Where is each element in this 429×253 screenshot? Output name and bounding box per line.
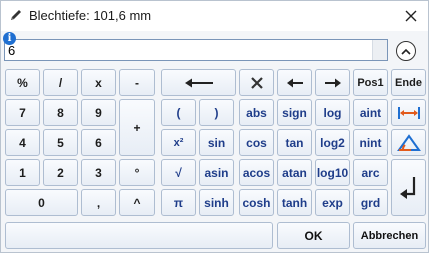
cosh-key[interactable]: cosh — [239, 189, 274, 216]
asin-key[interactable]: asin — [199, 159, 234, 186]
sign-key[interactable]: sign — [277, 99, 312, 126]
percent-key[interactable]: % — [5, 69, 40, 96]
comma-key[interactable]: , — [81, 189, 116, 216]
arrow-left-icon — [286, 77, 304, 89]
info-icon[interactable]: i — [3, 32, 16, 45]
blank-bar — [5, 222, 273, 249]
nine-key[interactable]: 9 — [81, 99, 116, 126]
input-scrollbar[interactable] — [372, 40, 387, 60]
arrow-left-long-icon — [184, 77, 214, 89]
measure-distance-icon — [397, 106, 421, 120]
enter-key[interactable] — [391, 159, 426, 216]
enter-return-icon — [399, 175, 419, 201]
five-key[interactable]: 5 — [43, 129, 78, 156]
title-bar: Blechtiefe: 101,6 mm — [1, 1, 428, 31]
sin-key[interactable]: sin — [199, 129, 234, 156]
two-key[interactable]: 2 — [43, 159, 78, 186]
pi-key[interactable]: π — [161, 189, 196, 216]
degree-key[interactable]: ° — [119, 159, 155, 186]
log2-key[interactable]: log2 — [315, 129, 350, 156]
atan-key[interactable]: atan — [277, 159, 312, 186]
square-key[interactable]: x² — [161, 129, 196, 156]
aint-key[interactable]: aint — [353, 99, 388, 126]
arrow-right-icon — [324, 77, 342, 89]
four-key[interactable]: 4 — [5, 129, 40, 156]
measure-angle-icon — [396, 133, 421, 152]
ende-key[interactable]: Ende — [391, 69, 426, 96]
sqrt-key[interactable]: √ — [161, 159, 196, 186]
sinh-key[interactable]: sinh — [199, 189, 234, 216]
paren-close-key[interactable]: ) — [199, 99, 234, 126]
multiply-key[interactable]: x — [81, 69, 116, 96]
log-key[interactable]: log — [315, 99, 350, 126]
cursor-left-key[interactable] — [277, 69, 312, 96]
arc-key[interactable]: arc — [353, 159, 388, 186]
chevron-up-icon — [401, 42, 411, 60]
expression-input[interactable] — [8, 41, 368, 59]
abs-key[interactable]: abs — [239, 99, 274, 126]
minus-key[interactable]: - — [119, 69, 155, 96]
tanh-key[interactable]: tanh — [277, 189, 312, 216]
pencil-icon — [9, 8, 23, 22]
tan-key[interactable]: tan — [277, 129, 312, 156]
power-key[interactable]: ^ — [119, 189, 155, 216]
close-icon — [405, 6, 417, 27]
cursor-right-key[interactable] — [315, 69, 350, 96]
seven-key[interactable]: 7 — [5, 99, 40, 126]
grd-key[interactable]: grd — [353, 189, 388, 216]
close-button[interactable] — [400, 5, 422, 27]
log10-key[interactable]: log10 — [315, 159, 350, 186]
calculator-dialog: Blechtiefe: 101,6 mm i % / x - — [0, 0, 429, 253]
measure-angle-key[interactable] — [391, 129, 426, 156]
nint-key[interactable]: nint — [353, 129, 388, 156]
acos-key[interactable]: acos — [239, 159, 274, 186]
clear-key[interactable] — [239, 69, 274, 96]
expression-field[interactable] — [4, 39, 388, 61]
plus-key[interactable]: + — [119, 99, 155, 156]
six-key[interactable]: 6 — [81, 129, 116, 156]
backspace-key[interactable] — [161, 69, 236, 96]
pos1-key[interactable]: Pos1 — [353, 69, 388, 96]
exp-key[interactable]: exp — [315, 189, 350, 216]
window-title: Blechtiefe: 101,6 mm — [29, 8, 152, 23]
divide-key[interactable]: / — [43, 69, 78, 96]
collapse-button[interactable] — [396, 41, 416, 61]
cos-key[interactable]: cos — [239, 129, 274, 156]
zero-key[interactable]: 0 — [5, 189, 78, 216]
one-key[interactable]: 1 — [5, 159, 40, 186]
three-key[interactable]: 3 — [81, 159, 116, 186]
eight-key[interactable]: 8 — [43, 99, 78, 126]
cancel-button[interactable]: Abbrechen — [353, 222, 426, 249]
measure-distance-key[interactable] — [391, 99, 426, 126]
paren-open-key[interactable]: ( — [161, 99, 196, 126]
clear-x-icon — [250, 76, 264, 90]
ok-button[interactable]: OK — [277, 222, 350, 249]
